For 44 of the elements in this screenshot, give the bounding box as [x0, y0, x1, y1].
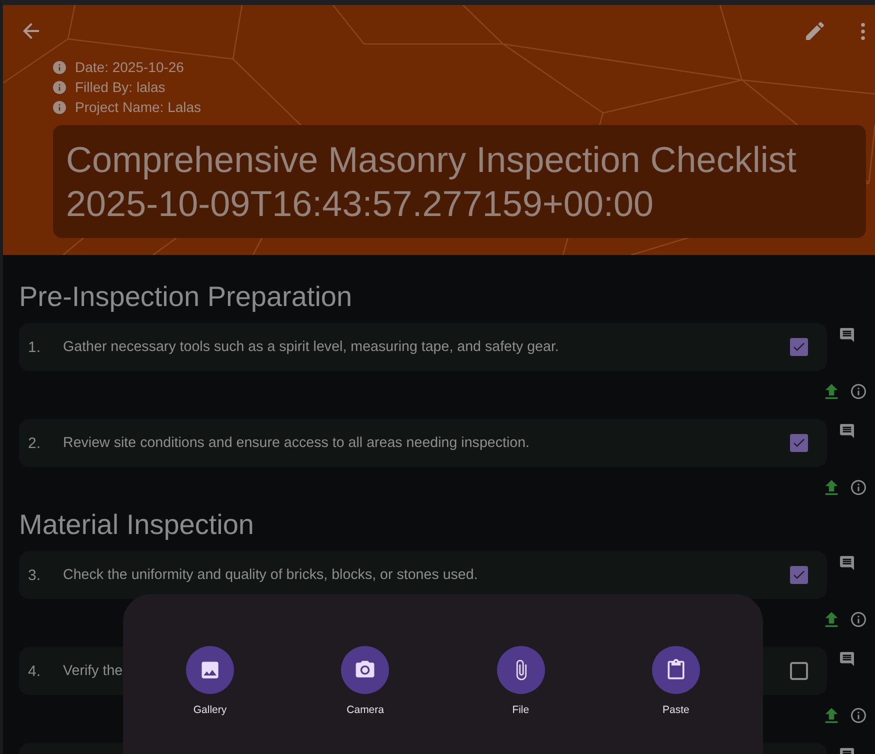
detail-text: Project Name: Lalas — [75, 99, 202, 115]
info-icon — [53, 80, 66, 94]
item-text: Gather necessary tools such as a spirit level, measuring tape, and safety gear. — [63, 339, 560, 355]
paste-button[interactable]: Paste — [636, 646, 716, 717]
info-icon — [53, 60, 66, 74]
info-icon — [53, 100, 66, 114]
upload-icon[interactable] — [825, 612, 838, 626]
comment-icon[interactable] — [840, 424, 854, 438]
comment-icon[interactable] — [840, 652, 854, 666]
item-number: 2. — [28, 434, 42, 452]
checkbox[interactable] — [790, 662, 808, 680]
detail-text: Filled By: lalas — [75, 79, 166, 95]
comment-icon[interactable] — [840, 556, 854, 570]
camera-button[interactable]: Camera — [325, 646, 406, 717]
more-options-icon[interactable] — [861, 22, 865, 40]
section-heading: Pre-Inspection Preparation — [19, 280, 354, 314]
info-icon[interactable] — [851, 480, 866, 494]
checkbox[interactable] — [790, 338, 808, 356]
item-number: 4. — [28, 662, 42, 680]
item-number: 3. — [28, 566, 42, 584]
paperclip-icon — [496, 646, 545, 694]
checklist-title: Comprehensive Masonry Inspection Checklist 2025-10-09T16:43:57.277159+00:00 — [66, 138, 798, 226]
image-icon — [186, 646, 234, 694]
detail-text: Date: 2025-10-26 — [75, 59, 184, 75]
gallery-button[interactable]: Gallery — [170, 646, 250, 717]
info-icon[interactable] — [851, 384, 866, 398]
file-button[interactable]: File — [480, 646, 561, 717]
info-icon[interactable] — [851, 612, 866, 626]
item-text: Verify the — [63, 663, 124, 679]
back-arrow-icon[interactable] — [23, 23, 39, 39]
checkbox[interactable] — [790, 434, 808, 452]
clipboard-icon — [652, 646, 700, 694]
camera-icon — [341, 646, 390, 694]
item-text: Check the uniformity and quality of bricks, blocks, or stones used. — [63, 567, 479, 583]
checkbox[interactable] — [790, 566, 808, 584]
section-heading: Material Inspection — [19, 508, 256, 542]
edit-icon[interactable] — [806, 22, 824, 40]
item-text: Review site conditions and ensure access to all areas needing inspection. — [63, 435, 531, 451]
item-number: 1. — [28, 338, 42, 356]
comment-icon[interactable] — [840, 328, 854, 342]
upload-icon[interactable] — [825, 708, 838, 722]
upload-icon[interactable] — [825, 384, 838, 398]
info-icon[interactable] — [851, 708, 866, 722]
upload-icon[interactable] — [825, 480, 838, 494]
